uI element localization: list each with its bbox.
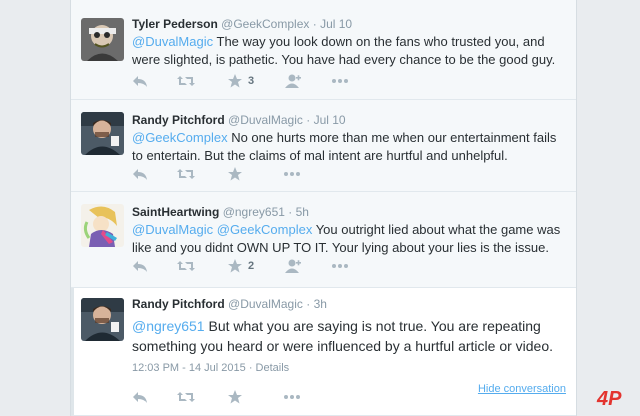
tweet-time[interactable]: 5h (296, 205, 309, 219)
reply-icon[interactable] (132, 388, 148, 406)
star-icon (228, 259, 242, 273)
reply-icon[interactable] (132, 257, 148, 275)
star-icon (228, 74, 242, 88)
tweet[interactable]: SaintHeartwing @ngrey651 · 5h @DuvalMagi… (71, 192, 576, 288)
mention-link[interactable]: @GeekComplex (132, 130, 228, 145)
tweet-actions: 2 (132, 257, 372, 275)
follow-icon[interactable] (284, 257, 301, 275)
tweet-time[interactable]: Jul 10 (314, 113, 346, 127)
tweet-actions (132, 388, 372, 406)
conversation-timeline: Tyler Pederson @GeekComplex · Jul 10 @Du… (70, 0, 577, 416)
hide-conversation-link[interactable]: Hide conversation (478, 383, 566, 395)
mention-link-2[interactable]: @GeekComplex (217, 222, 313, 237)
avatar[interactable] (81, 204, 124, 247)
follow-icon[interactable] (284, 72, 301, 90)
separator: · (288, 205, 293, 219)
more-icon[interactable] (332, 257, 348, 275)
favorite-button[interactable]: 3 (228, 72, 254, 90)
more-icon[interactable] (332, 72, 348, 90)
retweet-icon[interactable] (177, 165, 195, 183)
author-username[interactable]: @ngrey651 (223, 205, 285, 219)
tweet[interactable]: Tyler Pederson @GeekComplex · Jul 10 @Du… (71, 0, 576, 100)
retweet-icon[interactable] (177, 257, 195, 275)
mention-link[interactable]: @ngrey651 (132, 318, 205, 334)
separator: · (312, 17, 317, 31)
separator: · (248, 362, 253, 374)
avatar[interactable] (81, 298, 124, 341)
tweet-meta: 12:03 PM - 14 Jul 2015 · Details (132, 362, 566, 374)
author-name[interactable]: Tyler Pederson (132, 17, 218, 31)
tweet-header: Randy Pitchford @DuvalMagic · 3h (132, 296, 566, 312)
author-username[interactable]: @DuvalMagic (228, 297, 303, 311)
tweet-text: @DuvalMagic @GeekComplex You outright li… (132, 221, 566, 257)
tweet-timestamp[interactable]: 12:03 PM - 14 Jul 2015 (132, 362, 246, 374)
tweet-time[interactable]: Jul 10 (320, 17, 352, 31)
focused-tweet[interactable]: Randy Pitchford @DuvalMagic · 3h @ngrey6… (71, 288, 576, 416)
author-name[interactable]: Randy Pitchford (132, 297, 225, 311)
tweet-text: @DuvalMagic The way you look down on the… (132, 33, 566, 69)
reply-icon[interactable] (132, 72, 148, 90)
svg-text:4P: 4P (596, 388, 622, 408)
tweet-time[interactable]: 3h (314, 297, 327, 311)
tweet-actions (132, 165, 372, 183)
more-icon[interactable] (284, 388, 300, 406)
mention-link[interactable]: @DuvalMagic (132, 222, 213, 237)
retweet-icon[interactable] (177, 72, 195, 90)
separator: · (306, 113, 311, 127)
tweet[interactable]: Randy Pitchford @DuvalMagic · Jul 10 @Ge… (71, 100, 576, 192)
favorite-button[interactable]: 2 (228, 257, 254, 275)
tweet-header: SaintHeartwing @ngrey651 · 5h (132, 204, 566, 220)
tweet-text: @GeekComplex No one hurts more than me w… (132, 129, 566, 165)
retweet-icon[interactable] (177, 388, 195, 406)
author-username[interactable]: @GeekComplex (221, 17, 309, 31)
avatar[interactable] (81, 112, 124, 155)
mention-link[interactable]: @DuvalMagic (132, 34, 213, 49)
avatar[interactable] (81, 18, 124, 61)
favorite-count: 2 (248, 260, 255, 272)
favorite-count: 3 (248, 75, 255, 87)
tweet-header: Tyler Pederson @GeekComplex · Jul 10 (132, 16, 566, 32)
details-link[interactable]: Details (256, 362, 290, 374)
star-icon[interactable] (228, 388, 242, 406)
reply-icon[interactable] (132, 165, 148, 183)
tweet-header: Randy Pitchford @DuvalMagic · Jul 10 (132, 112, 566, 128)
author-name[interactable]: Randy Pitchford (132, 113, 225, 127)
more-icon[interactable] (284, 165, 300, 183)
tweet-text: @ngrey651 But what you are saying is not… (132, 316, 566, 356)
author-username[interactable]: @DuvalMagic (228, 113, 303, 127)
star-icon[interactable] (228, 165, 242, 183)
author-name[interactable]: SaintHeartwing (132, 205, 219, 219)
tweet-actions: 3 (132, 72, 372, 90)
separator: · (306, 297, 311, 311)
4players-logo: 4P (596, 386, 630, 410)
